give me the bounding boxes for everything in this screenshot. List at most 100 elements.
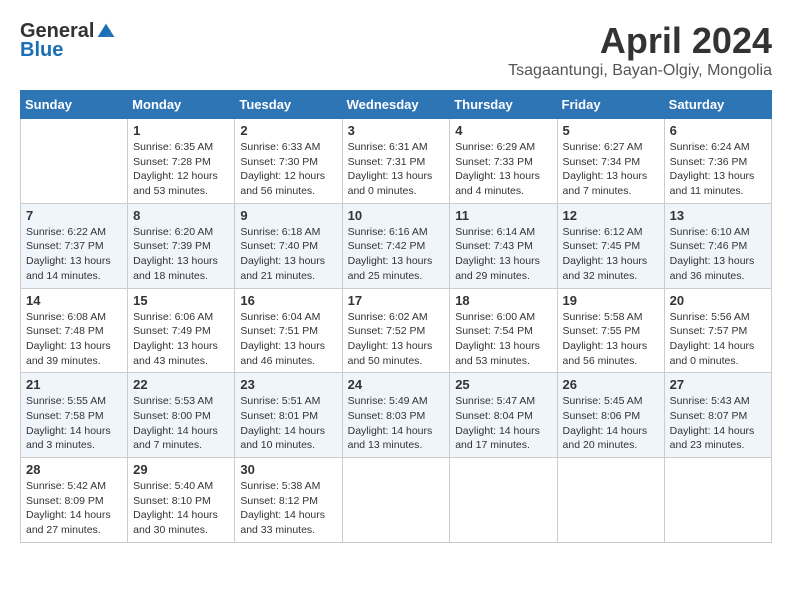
day-number: 12 [563, 208, 659, 223]
day-number: 15 [133, 293, 229, 308]
calendar-cell: 26Sunrise: 5:45 AMSunset: 8:06 PMDayligh… [557, 373, 664, 458]
calendar-week-3: 14Sunrise: 6:08 AMSunset: 7:48 PMDayligh… [21, 288, 772, 373]
day-info: Sunrise: 6:16 AMSunset: 7:42 PMDaylight:… [348, 225, 445, 284]
day-info: Sunrise: 6:31 AMSunset: 7:31 PMDaylight:… [348, 140, 445, 199]
day-info: Sunrise: 5:38 AMSunset: 8:12 PMDaylight:… [240, 479, 336, 538]
day-number: 28 [26, 462, 122, 477]
calendar-cell: 1 Sunrise: 6:35 AMSunset: 7:28 PMDaylight… [128, 119, 235, 204]
day-header-friday: Friday [557, 91, 664, 119]
calendar-cell: 2 Sunrise: 6:33 AMSunset: 7:30 PMDaylight… [235, 119, 342, 204]
day-header-tuesday: Tuesday [235, 91, 342, 119]
day-info: Sunrise: 5:40 AMSunset: 8:10 PMDaylight:… [133, 479, 229, 538]
calendar-cell: 20 Sunrise: 5:56 AMSunset: 7:57 PMDayligh… [664, 288, 771, 373]
day-header-wednesday: Wednesday [342, 91, 450, 119]
calendar-cell: 18 Sunrise: 6:00 AMSunset: 7:54 PMDayligh… [450, 288, 557, 373]
day-info: Sunrise: 5:53 AMSunset: 8:00 PMDaylight:… [133, 394, 229, 453]
day-info: Sunrise: 6:24 AMSunset: 7:36 PMDaylight:… [670, 140, 766, 199]
day-number: 27 [670, 377, 766, 392]
calendar-cell: 7 Sunrise: 6:22 AMSunset: 7:37 PMDaylight… [21, 203, 128, 288]
day-info: Sunrise: 6:12 AMSunset: 7:45 PMDaylight:… [563, 225, 659, 284]
logo-icon [96, 22, 116, 42]
day-number: 30 [240, 462, 336, 477]
day-number: 23 [240, 377, 336, 392]
day-number: 1 [133, 123, 229, 138]
calendar-cell: 11Sunrise: 6:14 AMSunset: 7:43 PMDayligh… [450, 203, 557, 288]
calendar-cell: 30 Sunrise: 5:38 AMSunset: 8:12 PMDayligh… [235, 458, 342, 543]
day-info: Sunrise: 5:45 AMSunset: 8:06 PMDaylight:… [563, 394, 659, 453]
day-info: Sunrise: 6:02 AMSunset: 7:52 PMDaylight:… [348, 310, 445, 369]
calendar-cell: 29Sunrise: 5:40 AMSunset: 8:10 PMDayligh… [128, 458, 235, 543]
day-number: 2 [240, 123, 336, 138]
calendar-cell: 6 Sunrise: 6:24 AMSunset: 7:36 PMDaylight… [664, 119, 771, 204]
day-info: Sunrise: 5:56 AMSunset: 7:57 PMDaylight:… [670, 310, 766, 369]
day-header-monday: Monday [128, 91, 235, 119]
calendar-cell: 15 Sunrise: 6:06 AMSunset: 7:49 PMDayligh… [128, 288, 235, 373]
day-info: Sunrise: 6:14 AMSunset: 7:43 PMDaylight:… [455, 225, 551, 284]
day-number: 8 [133, 208, 229, 223]
day-number: 20 [670, 293, 766, 308]
calendar-week-5: 28 Sunrise: 5:42 AMSunset: 8:09 PMDayligh… [21, 458, 772, 543]
day-number: 4 [455, 123, 551, 138]
day-info: Sunrise: 5:55 AMSunset: 7:58 PMDaylight:… [26, 394, 122, 453]
calendar-cell: 19 Sunrise: 5:58 AMSunset: 7:55 PMDayligh… [557, 288, 664, 373]
calendar-table: SundayMondayTuesdayWednesdayThursdayFrid… [20, 90, 772, 543]
calendar-cell: 8 Sunrise: 6:20 AMSunset: 7:39 PMDaylight… [128, 203, 235, 288]
day-info: Sunrise: 6:35 AMSunset: 7:28 PMDaylight:… [133, 140, 229, 199]
calendar-cell: 25Sunrise: 5:47 AMSunset: 8:04 PMDayligh… [450, 373, 557, 458]
calendar-cell [21, 119, 128, 204]
calendar-cell [557, 458, 664, 543]
calendar-cell: 5Sunrise: 6:27 AMSunset: 7:34 PMDaylight… [557, 119, 664, 204]
page-header: General Blue April 2024 Tsagaantungi, Ba… [20, 20, 772, 80]
calendar-body: 1 Sunrise: 6:35 AMSunset: 7:28 PMDaylight… [21, 119, 772, 543]
day-info: Sunrise: 6:10 AMSunset: 7:46 PMDaylight:… [670, 225, 766, 284]
calendar-cell [450, 458, 557, 543]
calendar-week-4: 21 Sunrise: 5:55 AMSunset: 7:58 PMDayligh… [21, 373, 772, 458]
day-info: Sunrise: 6:00 AMSunset: 7:54 PMDaylight:… [455, 310, 551, 369]
title-section: April 2024 Tsagaantungi, Bayan-Olgiy, Mo… [508, 20, 772, 80]
day-number: 19 [563, 293, 659, 308]
calendar-cell: 3 Sunrise: 6:31 AMSunset: 7:31 PMDaylight… [342, 119, 450, 204]
calendar-cell: 16Sunrise: 6:04 AMSunset: 7:51 PMDayligh… [235, 288, 342, 373]
day-info: Sunrise: 5:49 AMSunset: 8:03 PMDaylight:… [348, 394, 445, 453]
day-number: 17 [348, 293, 445, 308]
day-info: Sunrise: 6:29 AMSunset: 7:33 PMDaylight:… [455, 140, 551, 199]
day-number: 24 [348, 377, 445, 392]
day-info: Sunrise: 6:06 AMSunset: 7:49 PMDaylight:… [133, 310, 229, 369]
calendar-title: April 2024 [508, 20, 772, 62]
day-number: 22 [133, 377, 229, 392]
day-header-thursday: Thursday [450, 91, 557, 119]
day-number: 13 [670, 208, 766, 223]
day-number: 5 [563, 123, 659, 138]
calendar-cell: 24 Sunrise: 5:49 AMSunset: 8:03 PMDayligh… [342, 373, 450, 458]
calendar-cell: 22 Sunrise: 5:53 AMSunset: 8:00 PMDayligh… [128, 373, 235, 458]
calendar-week-2: 7 Sunrise: 6:22 AMSunset: 7:37 PMDaylight… [21, 203, 772, 288]
calendar-cell [342, 458, 450, 543]
day-info: Sunrise: 6:22 AMSunset: 7:37 PMDaylight:… [26, 225, 122, 284]
day-number: 3 [348, 123, 445, 138]
calendar-cell: 21 Sunrise: 5:55 AMSunset: 7:58 PMDayligh… [21, 373, 128, 458]
day-number: 10 [348, 208, 445, 223]
day-number: 21 [26, 377, 122, 392]
day-number: 16 [240, 293, 336, 308]
day-number: 7 [26, 208, 122, 223]
calendar-cell: 13 Sunrise: 6:10 AMSunset: 7:46 PMDayligh… [664, 203, 771, 288]
day-number: 14 [26, 293, 122, 308]
calendar-week-1: 1 Sunrise: 6:35 AMSunset: 7:28 PMDaylight… [21, 119, 772, 204]
day-info: Sunrise: 6:20 AMSunset: 7:39 PMDaylight:… [133, 225, 229, 284]
day-number: 6 [670, 123, 766, 138]
calendar-cell: 28 Sunrise: 5:42 AMSunset: 8:09 PMDayligh… [21, 458, 128, 543]
day-number: 25 [455, 377, 551, 392]
day-info: Sunrise: 5:58 AMSunset: 7:55 PMDaylight:… [563, 310, 659, 369]
calendar-subtitle: Tsagaantungi, Bayan-Olgiy, Mongolia [508, 62, 772, 80]
calendar-cell: 4 Sunrise: 6:29 AMSunset: 7:33 PMDaylight… [450, 119, 557, 204]
calendar-cell: 23Sunrise: 5:51 AMSunset: 8:01 PMDayligh… [235, 373, 342, 458]
day-header-saturday: Saturday [664, 91, 771, 119]
day-number: 9 [240, 208, 336, 223]
day-info: Sunrise: 5:42 AMSunset: 8:09 PMDaylight:… [26, 479, 122, 538]
day-info: Sunrise: 6:33 AMSunset: 7:30 PMDaylight:… [240, 140, 336, 199]
day-info: Sunrise: 5:43 AMSunset: 8:07 PMDaylight:… [670, 394, 766, 453]
calendar-cell: 17 Sunrise: 6:02 AMSunset: 7:52 PMDayligh… [342, 288, 450, 373]
calendar-header: SundayMondayTuesdayWednesdayThursdayFrid… [21, 91, 772, 119]
calendar-cell: 9Sunrise: 6:18 AMSunset: 7:40 PMDaylight… [235, 203, 342, 288]
day-number: 18 [455, 293, 551, 308]
